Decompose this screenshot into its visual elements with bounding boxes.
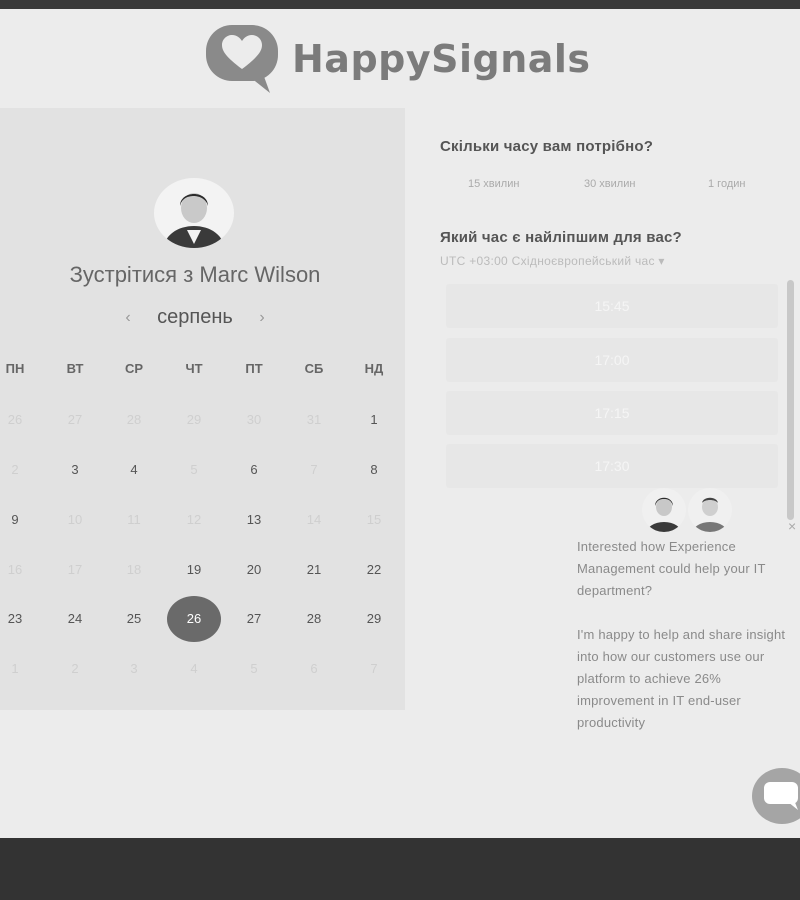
chat-launcher-button[interactable] xyxy=(752,768,800,824)
chat-message-line: I'm happy to help and share insight into… xyxy=(577,627,786,730)
calendar-day[interactable]: 6 xyxy=(229,458,279,482)
calendar-day-selected[interactable]: 26 xyxy=(169,607,219,631)
duration-question: Скільки часу вам потрібно? xyxy=(440,138,654,155)
calendar-day: 17 xyxy=(67,562,83,577)
brand-logo: HappySignals xyxy=(204,22,591,96)
chat-message: Interested how Experience Management cou… xyxy=(577,536,797,734)
weekday-label: НД xyxy=(364,361,384,376)
calendar-day: 10 xyxy=(67,512,83,527)
duration-option-60[interactable]: 1 годин xyxy=(708,178,745,190)
scrollbar[interactable] xyxy=(787,280,794,520)
chat-message-line: Interested how Experience Management cou… xyxy=(577,539,766,598)
calendar-day[interactable]: 22 xyxy=(349,558,399,582)
timezone-select[interactable]: UTC +03:00 Східноєвропейський час ▾ xyxy=(440,254,665,268)
time-slot[interactable]: 17:15 xyxy=(446,391,778,435)
calendar-day: 16 xyxy=(7,562,23,577)
calendar-day: 5 xyxy=(190,462,198,477)
calendar-day: 6 xyxy=(310,661,318,676)
calendar-day: 29 xyxy=(186,412,202,427)
brand-name: HappySignals xyxy=(292,37,591,81)
calendar-day: 26 xyxy=(7,412,23,427)
weekday-label: СР xyxy=(124,361,144,376)
calendar-day[interactable]: 13 xyxy=(229,508,279,532)
calendar-day[interactable]: 19 xyxy=(169,558,219,582)
calendar-day[interactable]: 20 xyxy=(229,558,279,582)
calendar-day: 2 xyxy=(71,661,79,676)
calendar-day[interactable]: 25 xyxy=(109,607,159,631)
calendar-day: 31 xyxy=(306,412,322,427)
calendar-day: 27 xyxy=(67,412,83,427)
calendar-day[interactable]: 9 xyxy=(0,508,40,532)
meeting-title: Зустрітися з Marc Wilson xyxy=(69,262,321,287)
calendar-day[interactable]: 3 xyxy=(50,458,100,482)
calendar-day: 14 xyxy=(306,512,322,527)
chat-bubble-icon xyxy=(764,782,798,810)
calendar-day: 30 xyxy=(246,412,262,427)
duration-option-30[interactable]: 30 хвилин xyxy=(584,178,635,190)
calendar-day[interactable]: 28 xyxy=(289,607,339,631)
calendar-day: 1 xyxy=(11,661,19,676)
time-slot[interactable]: 17:00 xyxy=(446,338,778,382)
calendar-day[interactable]: 27 xyxy=(229,607,279,631)
calendar-day: 7 xyxy=(370,661,378,676)
close-icon[interactable]: × xyxy=(788,518,796,534)
duration-option-15[interactable]: 15 хвилин xyxy=(468,178,519,190)
chevron-right-icon[interactable]: › xyxy=(254,309,270,327)
calendar-day[interactable]: 8 xyxy=(349,458,399,482)
calendar-day[interactable]: 23 xyxy=(0,607,40,631)
calendar-day: 28 xyxy=(126,412,142,427)
calendar-day: 11 xyxy=(127,512,141,527)
calendar-day: 7 xyxy=(310,462,318,477)
month-navigator: ‹ серпень › xyxy=(120,306,270,329)
calendar-day[interactable]: 29 xyxy=(349,607,399,631)
calendar-day: 2 xyxy=(11,462,19,477)
calendar-day: 3 xyxy=(130,661,138,676)
top-bar xyxy=(0,0,800,9)
agent-avatar xyxy=(642,488,686,532)
time-slot[interactable]: 15:45 xyxy=(446,284,778,328)
chat-agent-avatars xyxy=(642,488,734,532)
calendar-day[interactable]: 24 xyxy=(50,607,100,631)
calendar-day: 4 xyxy=(190,661,198,676)
host-avatar xyxy=(154,178,234,248)
month-label: серпень xyxy=(157,306,233,328)
agent-avatar xyxy=(688,488,732,532)
calendar-day[interactable]: 4 xyxy=(109,458,159,482)
heart-speech-bubble-icon xyxy=(204,23,280,95)
calendar-day: 18 xyxy=(126,562,142,577)
calendar-day: 15 xyxy=(366,512,382,527)
calendar-day: 5 xyxy=(250,661,258,676)
weekday-label: ВТ xyxy=(66,361,84,376)
calendar-day[interactable]: 1 xyxy=(349,408,399,432)
chevron-left-icon[interactable]: ‹ xyxy=(120,309,136,327)
weekday-label: СБ xyxy=(304,361,324,376)
calendar-day[interactable]: 21 xyxy=(289,558,339,582)
bottom-bar xyxy=(0,838,800,900)
time-slot[interactable]: 17:30 xyxy=(446,444,778,488)
weekday-label: ПН xyxy=(5,361,25,376)
weekday-label: ПТ xyxy=(245,361,263,376)
calendar-day: 12 xyxy=(186,512,202,527)
weekday-label: ЧТ xyxy=(185,361,203,376)
time-question: Який час є найліпшим для вас? xyxy=(440,229,682,246)
